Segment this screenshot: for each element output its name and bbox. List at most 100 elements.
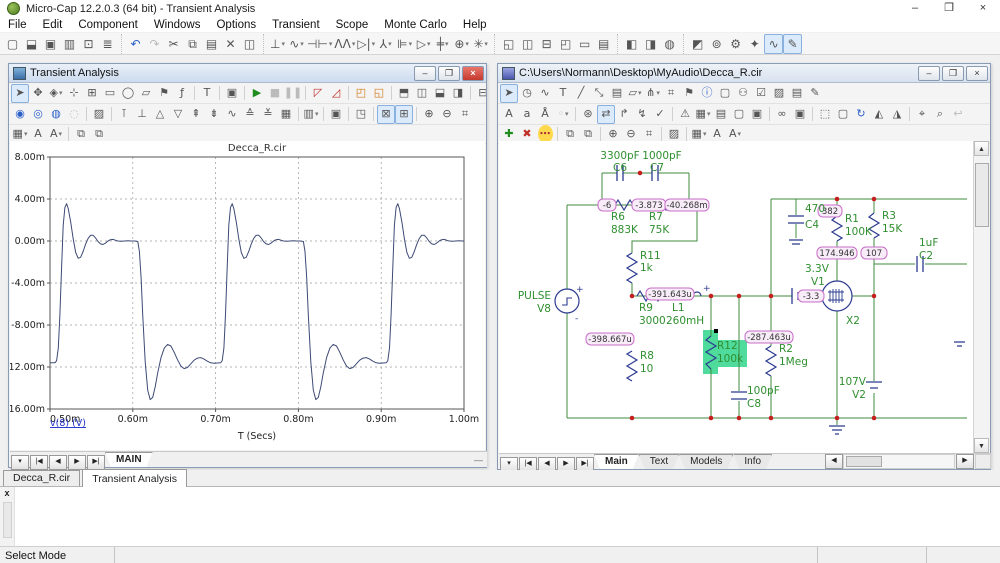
link-button[interactable]: ∞ (773, 105, 791, 124)
vertical-tag-button[interactable]: ⊥ (133, 105, 151, 124)
cursor-2-button[interactable]: ◎ (29, 105, 47, 124)
file-link-button[interactable]: ◨ (641, 34, 660, 54)
panel-top-button[interactable]: ⬒ (395, 84, 413, 103)
ground-button[interactable]: ⊥▾ (268, 34, 287, 54)
save-as-button[interactable]: ▥ (60, 34, 79, 54)
doc-tab-decca-r-cir[interactable]: Decca_R.cir (3, 470, 80, 486)
panel-right-button[interactable]: ◨ (449, 84, 467, 103)
zoom-in-button[interactable]: ⊕ (420, 105, 438, 124)
formula-button[interactable]: ƒ (173, 84, 191, 103)
polygon-button[interactable]: ▱ (137, 84, 155, 103)
cut-button[interactable]: ✂ (164, 34, 183, 54)
region-enable-button[interactable]: ▤ (788, 84, 806, 103)
help-mode-button[interactable]: ▢ (716, 84, 734, 103)
plot-nav-0[interactable]: ▾ (11, 455, 29, 470)
powers-button[interactable]: ↯ (633, 105, 651, 124)
picture-button[interactable]: ▨ (770, 84, 788, 103)
component-history-button[interactable]: ◷ (518, 84, 536, 103)
schematic-close-button[interactable]: × (966, 66, 988, 81)
save-button[interactable]: ▣ (41, 34, 60, 54)
schematic-window-titlebar[interactable]: C:\Users\Normann\Desktop\MyAudio\Decca_R… (498, 64, 990, 83)
currents-button[interactable]: ↱ (615, 105, 633, 124)
cursor-all-button[interactable]: ◍ (47, 105, 65, 124)
menu-windows[interactable]: Windows (146, 19, 209, 31)
print-button[interactable]: ≣ (98, 34, 117, 54)
schematic-sheet-tab-text[interactable]: Text (639, 454, 679, 469)
tile-vertical-button[interactable]: ◫ (518, 34, 537, 54)
ellipse-button[interactable]: ◯ (119, 84, 137, 103)
calculator-button[interactable]: ▤ (594, 34, 613, 54)
menu-help[interactable]: Help (455, 19, 495, 31)
menu-options[interactable]: Options (208, 19, 264, 31)
menu-monte-carlo[interactable]: Monte Carlo (376, 19, 455, 31)
package-editor-button[interactable]: ⚙ (726, 34, 745, 54)
waveform-v8[interactable] (50, 204, 464, 400)
edit-limits-button[interactable]: ▨ (90, 105, 108, 124)
text-button[interactable]: T (554, 84, 572, 103)
valley-button[interactable]: ▽ (169, 105, 187, 124)
internet-button[interactable]: ◍ (660, 34, 679, 54)
plot-nav-2[interactable]: ◀ (49, 455, 67, 470)
checkbox-button[interactable]: ☑ (752, 84, 770, 103)
attribute-text-button[interactable]: a (518, 105, 536, 124)
battery-button[interactable]: ╪▾ (433, 34, 452, 54)
menu-edit[interactable]: Edit (35, 19, 71, 31)
sheet-button[interactable]: ▣ (748, 105, 766, 124)
node-voltages-button[interactable]: ⇄ (597, 105, 615, 124)
align-right-button[interactable]: ⊞ (395, 105, 413, 124)
low-button[interactable]: ⇟ (205, 105, 223, 124)
global-low-button[interactable]: ≚ (259, 105, 277, 124)
high-button[interactable]: ⇞ (187, 105, 205, 124)
plot-maximize-button[interactable]: ❐ (438, 66, 460, 81)
zoom-window-button[interactable]: ⊞ (83, 84, 101, 103)
borders-button[interactable]: ▢ (730, 105, 748, 124)
attribute-edit-button[interactable]: ✎ (806, 84, 824, 103)
cascade-windows-button[interactable]: ◱ (499, 34, 518, 54)
model-editor-button[interactable]: ✦ (745, 34, 764, 54)
horizontal-tag-button[interactable]: ⊺ (115, 105, 133, 124)
animate-button[interactable]: ⚇ (734, 84, 752, 103)
grid-text-button[interactable]: ⌗ (662, 84, 680, 103)
stats-button[interactable]: ▦ (277, 105, 295, 124)
cursor-1-button[interactable]: ◉ (11, 105, 29, 124)
hscroll-right-button[interactable]: ▶ (956, 454, 974, 469)
graphics-button[interactable]: ▱▾ (626, 84, 644, 103)
opamp-button[interactable]: ▷▾ (414, 34, 433, 54)
rectangle-button[interactable]: ▭ (101, 84, 119, 103)
lamp-button[interactable]: ✳▾ (471, 34, 490, 54)
hscroll-thumb[interactable] (846, 456, 882, 467)
go-to-branch-button[interactable]: ▣ (327, 105, 345, 124)
flag-button[interactable]: ⚑ (155, 84, 173, 103)
node-numbers-button[interactable]: ⊛ (579, 105, 597, 124)
shape-editor-button[interactable]: ⊚ (707, 34, 726, 54)
schematic-canvas[interactable]: -6-3.873-40.268m-391.643u-398.667u-287.4… (499, 141, 973, 453)
schematic-sheet-tab-main[interactable]: Main (594, 454, 639, 469)
plot-minimize-button[interactable]: – (414, 66, 436, 81)
rotate-3d-button[interactable]: ◈▾ (47, 84, 65, 103)
menu-file[interactable]: File (0, 19, 35, 31)
top-marker-button[interactable]: ◰ (352, 84, 370, 103)
delete-button[interactable]: ✕ (221, 34, 240, 54)
find-part-button[interactable]: ⌖ (913, 105, 931, 124)
peak-button[interactable]: △ (151, 105, 169, 124)
conditions-button[interactable]: ✓ (651, 105, 669, 124)
scroll-down-button[interactable]: ▼ (974, 438, 989, 453)
plot-area[interactable]: Decca_R.cir0.50m0.60m0.70m0.80m0.90m1.00… (10, 141, 485, 450)
new-button[interactable]: ▢ (3, 34, 22, 54)
transient-plot[interactable]: Decca_R.cir0.50m0.60m0.70m0.80m0.90m1.00… (10, 141, 485, 447)
info-button[interactable]: ⓘ (698, 84, 716, 103)
diode-button[interactable]: ▷|▾ (356, 34, 376, 54)
scroll-up-button[interactable]: ▲ (974, 141, 989, 156)
text-orientation-button[interactable]: A (500, 105, 518, 124)
bottom-marker-button[interactable]: ◱ (370, 84, 388, 103)
plot-nav-3[interactable]: ▶ (68, 455, 86, 470)
bus-button[interactable]: ▤ (608, 84, 626, 103)
inflection-button[interactable]: ∿ (223, 105, 241, 124)
output-panel-scrollbar[interactable] (3, 502, 12, 538)
bjt-transistor-button[interactable]: ⅄▾ (376, 34, 395, 54)
panel-bottom-button[interactable]: ⬓ (431, 84, 449, 103)
voltage-source-button[interactable]: ⊕▾ (452, 34, 471, 54)
plot-sheet-tab-main[interactable]: MAIN (105, 452, 153, 467)
global-high-button[interactable]: ≙ (241, 105, 259, 124)
doc-tab-transient-analysis[interactable]: Transient Analysis (82, 469, 187, 487)
